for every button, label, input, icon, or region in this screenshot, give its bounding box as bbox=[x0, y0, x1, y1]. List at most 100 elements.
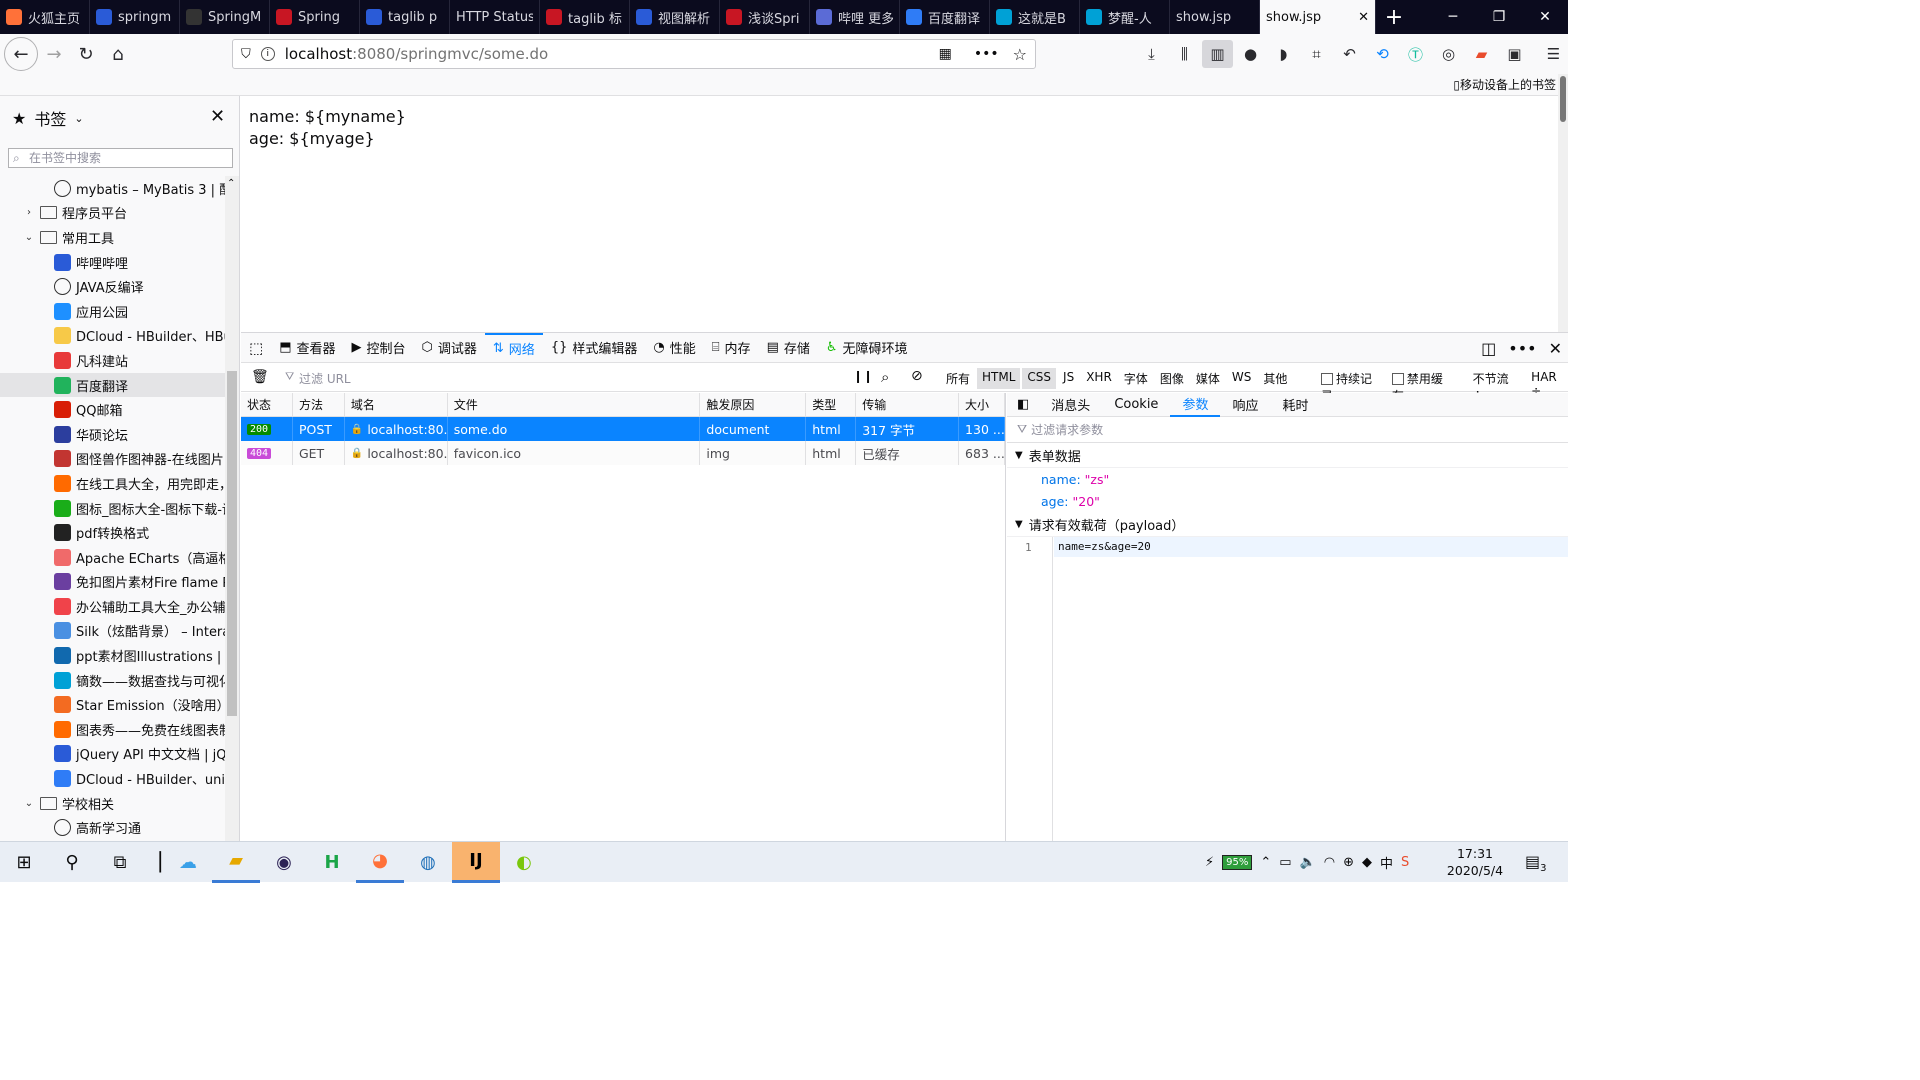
sync-icon[interactable]: ⟲ bbox=[1367, 40, 1398, 68]
bookmark-item[interactable]: 高新学习通 bbox=[0, 815, 226, 840]
devtools-tab[interactable]: ▶ 控制台 bbox=[344, 333, 414, 363]
bookmark-item[interactable]: 办公辅助工具大全_办公辅... bbox=[0, 594, 226, 619]
forward-button[interactable]: → bbox=[38, 38, 70, 70]
chat-icon[interactable]: ◗ bbox=[1268, 40, 1299, 68]
dock-icon[interactable]: ◫ bbox=[1481, 339, 1496, 358]
form-data-section[interactable]: ▼ 表单数据 bbox=[1007, 443, 1568, 468]
sidebar-close-button[interactable]: ✕ bbox=[210, 106, 225, 127]
search-icon[interactable]: ⚲ bbox=[48, 842, 96, 883]
search-icon[interactable]: ⌕ bbox=[881, 368, 889, 386]
devtools-tab[interactable]: ⬒ 查看器 bbox=[271, 333, 343, 363]
browser-tab[interactable]: 这就是B bbox=[990, 0, 1080, 34]
bookmark-item[interactable]: Star Emission（没啥用） bbox=[0, 692, 226, 717]
browser-tab[interactable]: taglib 标 bbox=[540, 0, 630, 34]
bookmark-item[interactable]: jQuery API 中文文档 | jQu... bbox=[0, 742, 226, 767]
detail-tab[interactable]: 响应 bbox=[1220, 393, 1270, 417]
detail-tab[interactable]: 耗时 bbox=[1270, 393, 1320, 417]
browser-tab[interactable]: 哔哩 更多 bbox=[810, 0, 900, 34]
column-header[interactable]: 文件 bbox=[448, 393, 701, 416]
minimize-button[interactable]: ─ bbox=[1430, 0, 1476, 34]
wifi-icon[interactable]: ◠ bbox=[1324, 855, 1335, 870]
type-filter-button[interactable]: XHR bbox=[1081, 368, 1117, 389]
url-bar[interactable]: ⛉ i localhost:8080/springmvc/some.do ▦ •… bbox=[232, 39, 1036, 69]
bookmark-item[interactable]: 镝数——数据查找与可视化 bbox=[0, 668, 226, 693]
bookmark-item[interactable]: DCloud - HBuilder、uni-a bbox=[0, 766, 226, 791]
trash-icon[interactable]: 🗑 bbox=[251, 369, 269, 385]
new-tab-button[interactable]: + bbox=[1376, 0, 1412, 34]
browser-tab[interactable]: 火狐主页 bbox=[0, 0, 90, 34]
task-view-icon[interactable]: ⧉ bbox=[96, 842, 144, 883]
page-scrollbar[interactable] bbox=[1558, 74, 1568, 332]
bookmark-item[interactable]: 在线工具大全，用完即走， bbox=[0, 471, 226, 496]
browser-tab[interactable]: springm bbox=[90, 0, 180, 34]
browser-tab[interactable]: 梦醒-人 bbox=[1080, 0, 1170, 34]
mobile-bookmarks[interactable]: ▯移动设备上的书签 bbox=[1453, 76, 1556, 93]
detail-tab[interactable]: 参数 bbox=[1170, 393, 1221, 417]
chevron-right-icon[interactable]: › bbox=[22, 207, 36, 218]
type-filter-button[interactable]: 图像 bbox=[1155, 368, 1189, 389]
detail-tab[interactable]: Cookie bbox=[1102, 393, 1170, 417]
window-close-button[interactable]: ✕ bbox=[1522, 0, 1568, 34]
bookmark-item[interactable]: 图标_图标大全-图标下载-设 bbox=[0, 496, 226, 521]
sidebar-header[interactable]: ★ 书签 ⌄ bbox=[12, 106, 84, 130]
type-filter-button[interactable]: 媒体 bbox=[1191, 368, 1225, 389]
clock[interactable]: 17:31 2020/5/4 bbox=[1445, 845, 1505, 879]
shield-icon[interactable]: ⛉ bbox=[241, 47, 251, 62]
column-header[interactable]: 触发原因 bbox=[700, 393, 807, 416]
bookmark-item[interactable]: QQ邮箱 bbox=[0, 397, 226, 422]
devtools-tab[interactable]: ⬡ 调试器 bbox=[414, 333, 485, 363]
block-icon[interactable]: ⊘ bbox=[911, 368, 923, 384]
battery-badge[interactable]: 95% bbox=[1222, 855, 1253, 870]
devtools-tab[interactable]: ◔ 性能 bbox=[645, 333, 703, 363]
close-tab-icon[interactable]: ✕ bbox=[1358, 10, 1369, 25]
params-filter-input[interactable]: ⛛ 过滤请求参数 bbox=[1007, 417, 1568, 443]
qq-icon[interactable]: ◆ bbox=[1362, 855, 1372, 870]
form-field-row[interactable]: age: "20" bbox=[1007, 490, 1568, 512]
bookmark-item[interactable]: 哔哩哔哩 bbox=[0, 250, 226, 275]
notification-icon[interactable]: ▤3 bbox=[1525, 852, 1547, 874]
network-tray-icon[interactable]: ⊕ bbox=[1343, 855, 1354, 870]
bookmark-item[interactable]: mybatis – MyBatis 3 | 配置 bbox=[0, 176, 226, 201]
browser-tab[interactable]: show.jsp bbox=[1170, 0, 1260, 34]
devtools-close-icon[interactable]: ✕ bbox=[1549, 339, 1562, 358]
toggle-details-icon[interactable]: ◧ bbox=[1007, 397, 1039, 412]
sidebar-scroll-thumb[interactable] bbox=[227, 371, 237, 716]
bookmark-item[interactable]: 图表秀——免费在线图表制 bbox=[0, 717, 226, 742]
browser-tab[interactable]: HTTP Status bbox=[450, 0, 540, 34]
browser-tab[interactable]: 百度翻译 bbox=[900, 0, 990, 34]
account-icon[interactable]: ● bbox=[1235, 40, 1266, 68]
eclipse-icon[interactable]: ◉ bbox=[260, 842, 308, 883]
bookmark-item[interactable]: Apache ECharts（高逼格... bbox=[0, 545, 226, 570]
firefox-icon[interactable]: ◕ bbox=[356, 842, 404, 883]
type-filter-button[interactable]: CSS bbox=[1022, 368, 1057, 389]
column-header[interactable]: 方法 bbox=[293, 393, 345, 416]
extension-icon[interactable]: ▰ bbox=[1466, 40, 1497, 68]
menu-icon[interactable]: ☰ bbox=[1538, 40, 1569, 68]
devtools-menu-icon[interactable]: ••• bbox=[1508, 339, 1536, 358]
hbuilder-icon[interactable]: H bbox=[308, 842, 356, 883]
bookmark-item[interactable]: 华硕论坛 bbox=[0, 422, 226, 447]
bookmark-item[interactable]: ⌄ 学校相关 bbox=[0, 791, 226, 816]
pause-icon[interactable]: ❙❙ bbox=[853, 369, 873, 383]
payload-editor[interactable]: 1 name=zs&age=20 bbox=[1007, 537, 1568, 842]
browser-tab[interactable]: 浅谈Spri bbox=[720, 0, 810, 34]
ime-label[interactable]: 中 bbox=[1380, 853, 1393, 872]
element-picker-icon[interactable]: ⬚ bbox=[241, 333, 271, 363]
qrcode-icon[interactable]: ▦ bbox=[939, 46, 952, 62]
restore-button[interactable]: ❐ bbox=[1476, 0, 1522, 34]
devtools-tab[interactable]: ♿ 无障碍环境 bbox=[818, 333, 916, 363]
browser-tab[interactable]: taglib p bbox=[360, 0, 450, 34]
browser-tab[interactable]: show.jsp ✕ bbox=[1260, 0, 1376, 34]
undo-icon[interactable]: ↶ bbox=[1334, 40, 1365, 68]
table-row[interactable]: 200 POST 🔒 localhost:80... some.do document ht… bbox=[241, 417, 1005, 441]
bookmark-item[interactable]: ⌄ 常用工具 bbox=[0, 225, 226, 250]
translate-ext-icon[interactable]: Ⓣ bbox=[1400, 40, 1431, 68]
page-scroll-thumb[interactable] bbox=[1560, 76, 1566, 122]
java-app-icon[interactable]: ◍ bbox=[404, 842, 452, 883]
bookmark-item[interactable]: 应用公园 bbox=[0, 299, 226, 324]
bookmark-item[interactable]: 百度翻译 bbox=[0, 372, 226, 398]
type-filter-button[interactable]: 所有 bbox=[941, 368, 975, 389]
bookmark-item[interactable]: 图怪兽作图神器-在线图片... bbox=[0, 447, 226, 472]
back-button[interactable]: ← bbox=[4, 37, 38, 71]
file-explorer-icon[interactable]: ▰ bbox=[212, 842, 260, 883]
